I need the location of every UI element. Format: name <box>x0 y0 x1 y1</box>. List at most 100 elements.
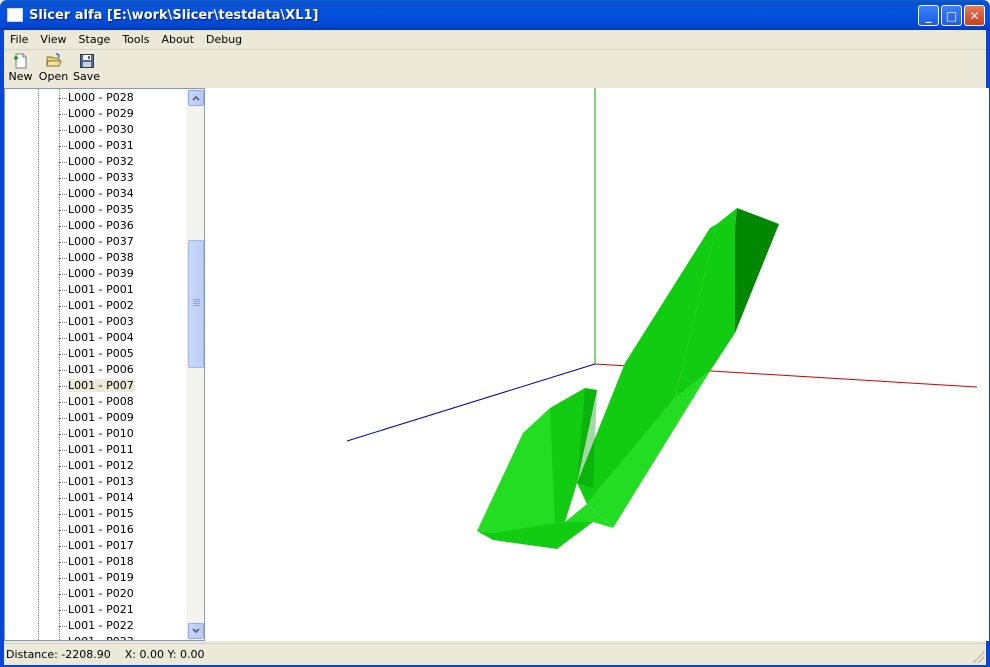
tree-connector <box>59 242 67 243</box>
tree-scrollbar[interactable] <box>187 89 204 640</box>
tree-connector <box>59 258 67 259</box>
tree-connector <box>59 98 67 99</box>
tree-connector <box>59 386 67 387</box>
tree-item-label: L000 - P034 <box>68 187 134 200</box>
tree-connector <box>59 114 67 115</box>
title-bar[interactable]: Slicer alfa [E:\work\Slicer\testdata\XL1… <box>0 0 990 30</box>
tree-item-label: L000 - P029 <box>68 107 134 120</box>
tree-item[interactable]: L001 - P013 <box>5 474 188 490</box>
menu-file[interactable]: File <box>4 33 34 46</box>
window-title: Slicer alfa [E:\work\Slicer\testdata\XL1… <box>29 7 319 23</box>
tree-connector <box>59 482 67 483</box>
tree-item-label: L001 - P012 <box>68 459 134 472</box>
maximize-button[interactable]: □ <box>941 5 962 26</box>
tree-item[interactable]: L001 - P009 <box>5 410 188 426</box>
tree-item[interactable]: L000 - P034 <box>5 186 188 202</box>
tree-item[interactable]: L001 - P016 <box>5 522 188 538</box>
tree-item-label: L000 - P030 <box>68 123 134 136</box>
tree-item[interactable]: L001 - P001 <box>5 282 188 298</box>
tree-item[interactable]: L000 - P028 <box>5 90 188 106</box>
tree-item[interactable]: L001 - P010 <box>5 426 188 442</box>
new-document-icon <box>13 53 26 69</box>
tree-connector <box>59 194 67 195</box>
scroll-up-button[interactable] <box>188 90 204 106</box>
new-button[interactable]: New <box>4 53 37 83</box>
tree-item[interactable]: L000 - P037 <box>5 234 188 250</box>
tree-connector <box>59 226 67 227</box>
chevron-up-icon <box>192 95 200 101</box>
tree-item-label: L000 - P037 <box>68 235 134 248</box>
tree-item[interactable]: L000 - P039 <box>5 266 188 282</box>
tree-item-label: L000 - P039 <box>68 267 134 280</box>
tree-connector <box>59 514 67 515</box>
layer-tree-panel[interactable]: L000 - P028 L000 - P029 L000 - P030 L000 - … <box>4 88 205 641</box>
tree-item-label: L001 - P019 <box>68 571 134 584</box>
scene-canvas[interactable] <box>205 88 989 641</box>
tree-item[interactable]: L001 - P004 <box>5 330 188 346</box>
tree-item[interactable]: L001 - P014 <box>5 490 188 506</box>
tree-item[interactable]: L001 - P002 <box>5 298 188 314</box>
tree-item-label: L001 - P013 <box>68 475 134 488</box>
menu-about[interactable]: About <box>155 33 200 46</box>
tree-item[interactable]: L001 - P005 <box>5 346 188 362</box>
tree-item[interactable]: L001 - P006 <box>5 362 188 378</box>
tree-item-label: L001 - P004 <box>68 331 134 344</box>
tree-connector <box>59 306 67 307</box>
tree-item-label: L000 - P036 <box>68 219 134 232</box>
tree-item[interactable]: L000 - P031 <box>5 138 188 154</box>
tree-item[interactable]: L001 - P022 <box>5 618 188 634</box>
tree-connector <box>59 450 67 451</box>
tree-item[interactable]: L000 - P032 <box>5 154 188 170</box>
resize-grip-icon[interactable] <box>972 651 984 663</box>
tree-item-label: L001 - P002 <box>68 299 134 312</box>
tree-item[interactable]: L000 - P035 <box>5 202 188 218</box>
menu-tools[interactable]: Tools <box>116 33 155 46</box>
tree-item[interactable]: L001 - P020 <box>5 586 188 602</box>
tree-item[interactable]: L001 - P011 <box>5 442 188 458</box>
minimize-button[interactable]: _ <box>918 5 939 26</box>
menu-view[interactable]: View <box>34 33 72 46</box>
tree-connector <box>59 626 67 627</box>
open-folder-icon <box>45 53 62 67</box>
tree-item[interactable]: L001 - P008 <box>5 394 188 410</box>
tree-item[interactable]: L001 - P021 <box>5 602 188 618</box>
save-label: Save <box>72 70 100 83</box>
app-icon <box>7 8 23 22</box>
tree-connector <box>59 210 67 211</box>
scroll-thumb[interactable] <box>188 240 204 368</box>
tree-item[interactable]: L001 - P019 <box>5 570 188 586</box>
tree-connector <box>59 338 67 339</box>
tree-connector <box>59 146 67 147</box>
close-button[interactable]: ✕ <box>964 5 985 26</box>
tree-item[interactable]: L000 - P033 <box>5 170 188 186</box>
save-button[interactable]: Save <box>70 53 103 83</box>
open-button[interactable]: Open <box>37 53 70 83</box>
tree-connector <box>59 530 67 531</box>
tree-item[interactable]: L000 - P036 <box>5 218 188 234</box>
floppy-disk-icon <box>79 54 94 68</box>
tree-item[interactable]: L000 - P029 <box>5 106 188 122</box>
tree-item[interactable]: L001 - P015 <box>5 506 188 522</box>
tree-item[interactable]: L000 - P030 <box>5 122 188 138</box>
tree-connector <box>59 610 67 611</box>
menu-debug[interactable]: Debug <box>200 33 248 46</box>
tree-connector <box>59 322 67 323</box>
tree-connector <box>59 418 67 419</box>
tree-item-label: L000 - P038 <box>68 251 134 264</box>
tree-item-label: L001 - P022 <box>68 619 134 632</box>
tree-item[interactable]: L001 - P018 <box>5 554 188 570</box>
tree-connector <box>59 578 67 579</box>
tree-item[interactable]: L001 - P012 <box>5 458 188 474</box>
tree-item[interactable]: L000 - P038 <box>5 250 188 266</box>
tree-item-label: L001 - P018 <box>68 555 134 568</box>
tree-item[interactable]: L001 - P023 <box>5 634 188 640</box>
tree-item[interactable]: L001 - P003 <box>5 314 188 330</box>
tree-item[interactable]: L001 - P007 <box>5 378 188 394</box>
chevron-down-icon <box>192 628 200 634</box>
3d-viewport[interactable] <box>205 88 989 641</box>
menu-stage[interactable]: Stage <box>73 33 117 46</box>
tree-list: L000 - P028 L000 - P029 L000 - P030 L000 - … <box>5 90 188 640</box>
tree-item[interactable]: L001 - P017 <box>5 538 188 554</box>
3d-model <box>477 208 779 549</box>
scroll-down-button[interactable] <box>188 623 204 639</box>
